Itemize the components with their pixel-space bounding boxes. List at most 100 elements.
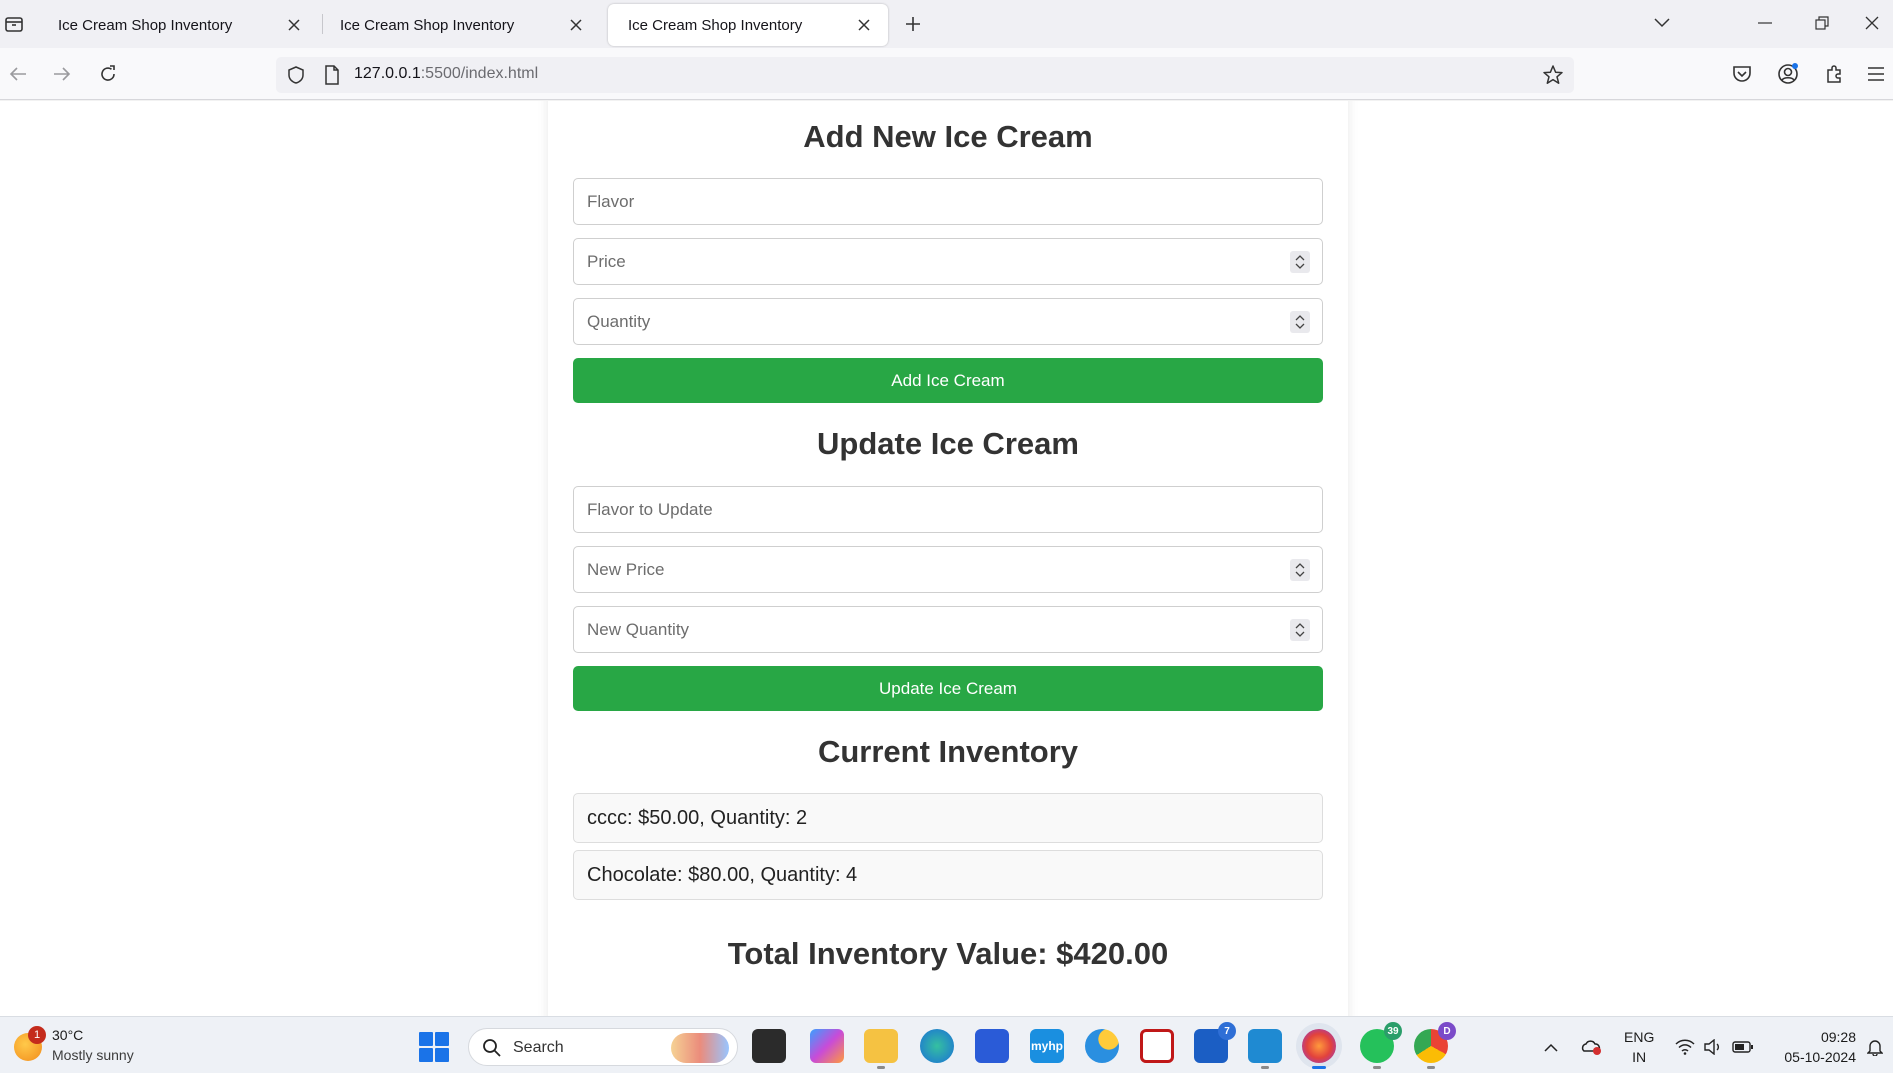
- flavor-to-update-placeholder: Flavor to Update: [587, 500, 713, 519]
- search-label: Search: [513, 1039, 564, 1056]
- star-icon[interactable]: [1542, 64, 1564, 86]
- whatsapp-icon[interactable]: 39: [1360, 1022, 1402, 1069]
- pocket-icon[interactable]: [1726, 58, 1758, 90]
- url-path: :5500/index.html: [420, 65, 539, 82]
- price-stepper-icon[interactable]: [1290, 251, 1310, 273]
- active-indicator: [1312, 1066, 1326, 1069]
- folder-icon[interactable]: [864, 1029, 898, 1069]
- puzzle-icon[interactable]: [1818, 58, 1850, 90]
- weather-badge: 1: [28, 1026, 46, 1044]
- weather-temperature[interactable]: 30°C: [52, 1027, 83, 1043]
- inventory-title: Current Inventory: [817, 734, 1079, 769]
- region-code: IN: [1632, 1049, 1647, 1065]
- update-ice-cream-button[interactable]: Update Ice Cream: [573, 666, 1323, 711]
- search-highlight-icon: [671, 1033, 729, 1063]
- notification-bell-icon[interactable]: [1864, 1037, 1886, 1057]
- running-indicator: [1261, 1066, 1269, 1069]
- chevron-up-icon[interactable]: [1540, 1037, 1562, 1057]
- new-quantity-stepper-icon[interactable]: [1290, 619, 1310, 641]
- close-icon[interactable]: [854, 15, 874, 35]
- chevron-down-icon[interactable]: [1640, 6, 1684, 40]
- flavor-placeholder: Flavor: [587, 192, 635, 211]
- page-viewport: Add New Ice Cream Flavor Price Quantity …: [0, 101, 1893, 1016]
- tab-title: Ice Cream Shop Inventory: [340, 16, 515, 34]
- running-indicator: [1427, 1066, 1435, 1069]
- window-close-icon[interactable]: [1850, 6, 1893, 40]
- weather-app-icon[interactable]: [1085, 1029, 1119, 1063]
- system-clock[interactable]: 09:28 05-10-2024: [1772, 1027, 1856, 1067]
- total-inventory-value: Total Inventory Value: $420.00: [727, 936, 1169, 971]
- new-quantity-input[interactable]: New Quantity: [573, 606, 1323, 653]
- minimize-icon[interactable]: [1743, 6, 1787, 40]
- inventory-card: Add New Ice Cream Flavor Price Quantity …: [548, 101, 1348, 1016]
- store-icon[interactable]: [975, 1029, 1009, 1063]
- quantity-input[interactable]: Quantity: [573, 298, 1323, 345]
- back-arrow-icon[interactable]: [2, 58, 34, 90]
- close-icon[interactable]: [284, 15, 304, 35]
- url-host: 127.0.0.1: [354, 65, 421, 82]
- myhp-label: myhp: [1030, 1039, 1063, 1053]
- forward-arrow-icon[interactable]: [46, 58, 78, 90]
- volume-icon[interactable]: [1702, 1037, 1724, 1057]
- vscode-icon[interactable]: [1248, 1029, 1282, 1069]
- windows-start-icon[interactable]: [419, 1032, 449, 1062]
- browser-tab[interactable]: Ice Cream Shop Inventory: [320, 4, 600, 46]
- windows-taskbar: 1 30°C Mostly sunny Search myhp 7 39 D E…: [0, 1016, 1893, 1073]
- mcafee-shield-icon[interactable]: [1140, 1029, 1174, 1063]
- inventory-item: cccc: $50.00, Quantity: 2: [573, 793, 1323, 843]
- tab-title: Ice Cream Shop Inventory: [58, 16, 233, 34]
- notification-badge: 7: [1218, 1022, 1236, 1040]
- new-price-input[interactable]: New Price: [573, 546, 1323, 593]
- update-section-title: Update Ice Cream: [817, 426, 1079, 461]
- browser-tab[interactable]: Ice Cream Shop Inventory: [38, 4, 318, 46]
- quantity-stepper-icon[interactable]: [1290, 311, 1310, 333]
- url-text[interactable]: 127.0.0.1:5500/index.html: [354, 65, 538, 83]
- store-dark-icon[interactable]: 7: [1194, 1022, 1236, 1063]
- browser-tab-active[interactable]: Ice Cream Shop Inventory: [608, 4, 888, 46]
- onedrive-error-icon[interactable]: [1580, 1037, 1602, 1057]
- add-section-title: Add New Ice Cream: [803, 119, 1093, 154]
- reload-icon[interactable]: [92, 58, 124, 90]
- profile-badge: D: [1438, 1022, 1456, 1040]
- price-placeholder: Price: [587, 252, 626, 271]
- running-indicator: [877, 1066, 885, 1069]
- tab-list-icon[interactable]: [0, 8, 28, 40]
- flavor-to-update-input[interactable]: Flavor to Update: [573, 486, 1323, 533]
- chrome-icon[interactable]: D: [1414, 1022, 1456, 1069]
- language-code: ENG: [1624, 1029, 1655, 1045]
- notification-badge: 39: [1384, 1022, 1402, 1040]
- new-price-stepper-icon[interactable]: [1290, 559, 1310, 581]
- copilot-icon[interactable]: [810, 1029, 844, 1063]
- myhp-icon[interactable]: myhp: [1030, 1029, 1064, 1063]
- flavor-input[interactable]: Flavor: [573, 178, 1323, 225]
- browser-tab-strip: Ice Cream Shop Inventory Ice Cream Shop …: [0, 0, 1893, 48]
- navigation-toolbar: 127.0.0.1:5500/index.html: [0, 48, 1893, 100]
- search-icon: [482, 1038, 502, 1062]
- edge-icon[interactable]: [920, 1029, 954, 1063]
- taskbar-search[interactable]: Search: [468, 1028, 738, 1066]
- new-price-placeholder: New Price: [587, 560, 665, 579]
- restore-icon[interactable]: [1800, 6, 1844, 40]
- quantity-placeholder: Quantity: [587, 312, 651, 331]
- battery-icon[interactable]: [1732, 1037, 1754, 1057]
- close-icon[interactable]: [566, 15, 586, 35]
- firefox-icon[interactable]: [1302, 1029, 1336, 1069]
- hamburger-icon[interactable]: [1860, 58, 1892, 90]
- clock-time: 09:28: [1820, 1029, 1856, 1045]
- weather-description[interactable]: Mostly sunny: [52, 1047, 134, 1063]
- shield-icon[interactable]: [286, 65, 306, 85]
- running-indicator: [1373, 1066, 1381, 1069]
- plus-icon[interactable]: [898, 10, 928, 38]
- inventory-item: Chocolate: $80.00, Quantity: 4: [573, 850, 1323, 900]
- account-icon[interactable]: [1772, 58, 1804, 90]
- tab-title: Ice Cream Shop Inventory: [628, 16, 803, 34]
- page-title-cropped: [548, 101, 1348, 102]
- page-icon: [324, 65, 344, 85]
- add-ice-cream-button[interactable]: Add Ice Cream: [573, 358, 1323, 403]
- task-view-icon[interactable]: [752, 1029, 786, 1063]
- price-input[interactable]: Price: [573, 238, 1323, 285]
- new-quantity-placeholder: New Quantity: [587, 620, 690, 639]
- url-bar[interactable]: 127.0.0.1:5500/index.html: [276, 57, 1574, 93]
- wifi-icon[interactable]: [1674, 1037, 1696, 1057]
- language-indicator[interactable]: ENG IN: [1624, 1027, 1654, 1067]
